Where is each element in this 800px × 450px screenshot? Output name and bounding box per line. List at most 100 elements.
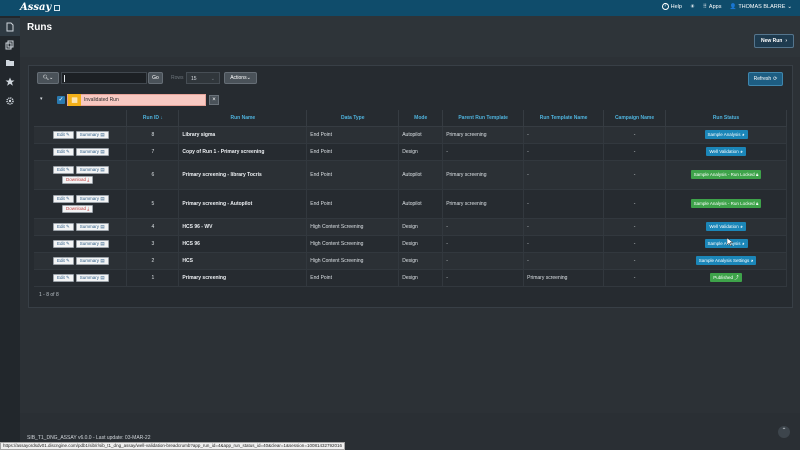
refresh-button[interactable]: Refresh ⟳ — [748, 72, 783, 86]
cell-run-id: 2 — [126, 252, 180, 270]
download-button[interactable]: Download ⤓ — [62, 204, 94, 213]
summary-button[interactable]: Summary ▤ — [75, 273, 109, 282]
theme-toggle[interactable]: ☀ — [690, 4, 695, 10]
sidebar-item-folder[interactable] — [5, 58, 15, 68]
cell-campaign-name: - — [603, 218, 667, 236]
status-badge[interactable]: Sample Analysis ◕ — [704, 130, 748, 139]
edit-button[interactable]: Edit ✎ — [53, 194, 74, 203]
cell-run-template-name: - — [523, 252, 605, 270]
sidebar-item-copy[interactable] — [5, 40, 15, 50]
filter-chip[interactable]: ▦ Invalidated Run — [67, 94, 206, 106]
user-icon: 👤 — [729, 3, 737, 10]
cell-run-id: 1 — [126, 269, 180, 287]
filter-collapse-toggle[interactable]: ▾ — [40, 96, 48, 104]
status-badge[interactable]: Sample Analysis ◕ — [704, 239, 748, 248]
download-button[interactable]: Download ⤓ — [62, 175, 94, 184]
apps-menu[interactable]: ⠿ Apps — [703, 4, 722, 10]
filter-enabled-checkbox[interactable]: ✓ — [57, 96, 65, 104]
cell-run-status: Well Validation ◕ — [665, 218, 787, 236]
column-header-run-status[interactable]: Run Status — [665, 110, 787, 127]
runs-table: Run ID ↓ Run Name Data Type Mode Parent … — [34, 110, 787, 287]
user-name: THOMAS BLARRE — [738, 3, 786, 10]
edit-button[interactable]: Edit ✎ — [53, 130, 74, 139]
sidebar-item-runs[interactable] — [0, 18, 20, 36]
edit-button[interactable]: Edit ✎ — [53, 239, 74, 248]
row-actions: Edit ✎ Summary ▤ Download ⤓ — [34, 189, 128, 219]
summary-button[interactable]: Summary ▤ — [75, 130, 109, 139]
new-run-label: New Run — [760, 38, 783, 44]
summary-button[interactable]: Summary ▤ — [75, 194, 109, 203]
cell-mode: Autopilot — [398, 160, 444, 190]
cell-campaign-name: - — [603, 252, 667, 270]
column-header-run-id[interactable]: Run ID ↓ — [126, 110, 180, 127]
go-button[interactable]: Go — [148, 72, 163, 84]
search-column-button[interactable]: 🔍︎ ⌄ — [37, 72, 59, 84]
edit-button[interactable]: Edit ✎ — [53, 147, 74, 156]
document-icon — [6, 22, 14, 32]
help-link[interactable]: ? Help — [661, 3, 682, 10]
cell-run-id: 3 — [126, 235, 180, 253]
column-header-parent-run-template[interactable]: Parent Run Template — [442, 110, 525, 127]
column-header-run-template-name[interactable]: Run Template Name — [523, 110, 605, 127]
status-badge[interactable]: Sample Analysis Settings ◕ — [695, 256, 757, 265]
sidebar-item-settings[interactable] — [5, 96, 15, 106]
cell-parent-run-template: - — [442, 218, 525, 236]
table-row: Edit ✎ Summary ▤ 4 HCS 96 - WV High Content … — [34, 218, 787, 236]
status-badge[interactable]: Sample Analysis - Run Locked 🔒︎ — [690, 199, 762, 208]
column-header-mode[interactable]: Mode — [398, 110, 444, 127]
page-header — [20, 16, 800, 57]
user-menu[interactable]: 👤 THOMAS BLARRE ⌄ — [729, 4, 792, 10]
remove-filter-button[interactable]: × — [209, 95, 219, 105]
edit-button[interactable]: Edit ✎ — [53, 165, 74, 174]
cell-run-status: Well Validation ◕ — [665, 143, 787, 161]
version-info: SIB_T1_DNG_ASSAY v6.0.0 - Last update: 0… — [27, 435, 151, 441]
summary-button[interactable]: Summary ▤ — [75, 222, 109, 231]
page-title: Runs — [27, 22, 52, 33]
pagination-count: 1 - 8 of 8 — [39, 292, 59, 298]
row-actions: Edit ✎ Summary ▤ — [34, 269, 128, 287]
chevron-down-icon: ⌄ — [210, 76, 215, 82]
filter-label: Invalidated Run — [84, 97, 119, 103]
cell-run-id: 8 — [126, 126, 180, 144]
actions-menu-button[interactable]: Actions ⌄ — [224, 72, 257, 84]
cell-data-type: High Content Screening — [306, 235, 400, 253]
app-brand: Assay — [20, 2, 52, 13]
app-logo[interactable]: Assay — [20, 2, 61, 13]
column-header-data-type[interactable]: Data Type — [306, 110, 400, 127]
table-row: Edit ✎ Summary ▤ 8 Library sigma End Point Au… — [34, 126, 787, 144]
refresh-label: Refresh — [753, 76, 772, 82]
mouse-cursor-icon — [727, 238, 733, 246]
edit-button[interactable]: Edit ✎ — [53, 222, 74, 231]
copy-icon — [5, 40, 14, 50]
summary-button[interactable]: Summary ▤ — [75, 147, 109, 156]
cell-run-status: Sample Analysis - Run Locked 🔒︎ — [665, 160, 787, 190]
summary-button[interactable]: Summary ▤ — [75, 256, 109, 265]
cell-parent-run-template: Primary screening — [442, 126, 525, 144]
sidebar-item-favorites[interactable] — [5, 77, 15, 87]
edit-button[interactable]: Edit ✎ — [53, 273, 74, 282]
cell-mode: Design — [398, 252, 444, 270]
cell-run-template-name: - — [523, 160, 605, 190]
rows-select[interactable]: 15 ⌄ — [186, 72, 220, 84]
status-badge[interactable]: Sample Analysis - Run Locked 🔒︎ — [690, 170, 762, 179]
status-badge[interactable]: Published ⤴ — [710, 273, 742, 282]
cell-campaign-name: - — [603, 189, 667, 219]
cell-data-type: High Content Screening — [306, 252, 400, 270]
edit-button[interactable]: Edit ✎ — [53, 256, 74, 265]
new-run-button[interactable]: New Run › — [754, 34, 794, 48]
cell-data-type: End Point — [306, 160, 400, 190]
go-label: Go — [152, 75, 159, 81]
summary-button[interactable]: Summary ▤ — [75, 165, 109, 174]
cell-run-template-name: - — [523, 235, 605, 253]
cell-data-type: End Point — [306, 269, 400, 287]
summary-button[interactable]: Summary ▤ — [75, 239, 109, 248]
cell-run-id: 6 — [126, 160, 180, 190]
column-header-run-name[interactable]: Run Name — [178, 110, 308, 127]
scroll-to-top-button[interactable]: ⌃ — [778, 426, 790, 438]
search-input[interactable] — [61, 72, 147, 84]
status-badge[interactable]: Well Validation ◕ — [706, 222, 746, 231]
cell-run-name: Library sigma — [178, 126, 308, 144]
column-header-campaign-name[interactable]: Campaign Name — [603, 110, 667, 127]
rows-label: Rows — [171, 75, 184, 81]
status-badge[interactable]: Well Validation ◕ — [706, 147, 746, 156]
